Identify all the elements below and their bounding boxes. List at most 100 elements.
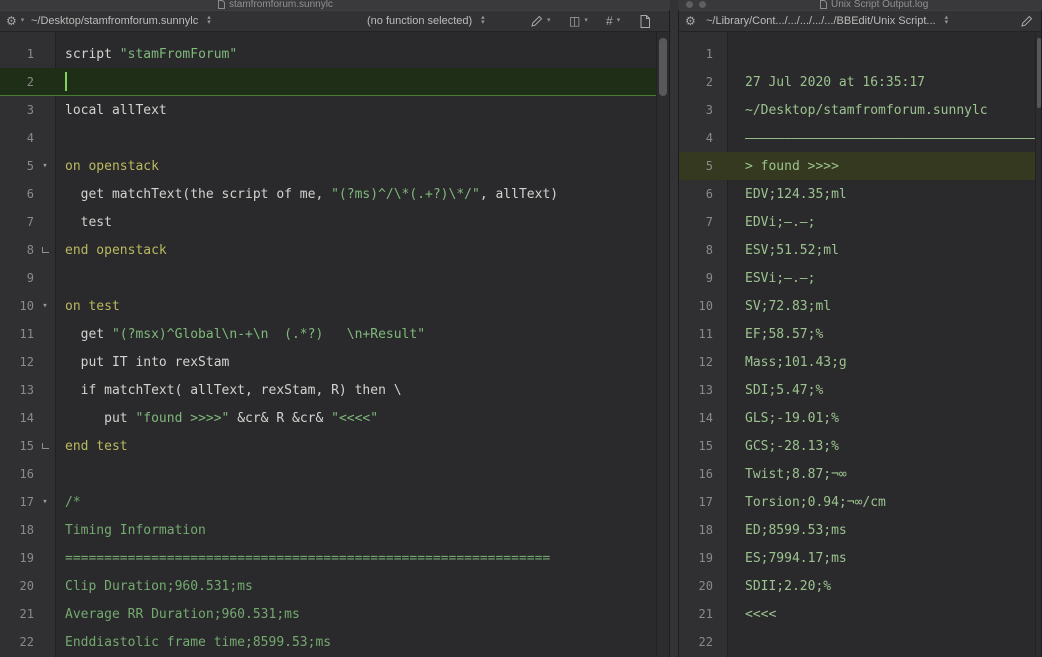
line-gutter: 20 bbox=[0, 572, 56, 600]
code-line[interactable]: 22 bbox=[679, 628, 1035, 656]
code-line[interactable]: 2 bbox=[0, 68, 656, 96]
code-line[interactable]: 5▾on openstack bbox=[0, 152, 656, 180]
right-code-editor[interactable]: 1227 Jul 2020 at 16:35:173~/Desktop/stam… bbox=[679, 32, 1035, 657]
line-gutter: 17 bbox=[679, 488, 728, 516]
file-path-menu[interactable]: ~/Desktop/stamfromforum.sunnylc ▴▾ bbox=[31, 11, 211, 31]
line-gutter: 16 bbox=[0, 460, 56, 488]
window-control-button[interactable] bbox=[686, 1, 693, 8]
code-line[interactable]: 6EDV;124.35;ml bbox=[679, 180, 1035, 208]
code-line[interactable]: 10SV;72.83;ml bbox=[679, 292, 1035, 320]
code-line[interactable]: 13 if matchText( allText, rexStam, R) th… bbox=[0, 376, 656, 404]
code-line[interactable]: 4———————————————————————————————————————… bbox=[679, 124, 1035, 152]
code-line[interactable]: 19ES;7994.17;ms bbox=[679, 544, 1035, 572]
code-line[interactable]: 12Mass;101.43;g bbox=[679, 348, 1035, 376]
line-number: 3 bbox=[0, 103, 34, 117]
left-vertical-scrollbar[interactable] bbox=[656, 32, 669, 657]
code-text: Mass;101.43;g bbox=[728, 348, 1035, 376]
code-line[interactable]: 18ED;8599.53;ms bbox=[679, 516, 1035, 544]
documents-icon: ◫ bbox=[569, 11, 580, 31]
settings-menu[interactable]: ⚙ ▾ bbox=[6, 11, 24, 31]
fold-end-icon bbox=[42, 247, 49, 253]
line-number: 6 bbox=[679, 187, 713, 201]
code-line[interactable]: 13SDI;5.47;% bbox=[679, 376, 1035, 404]
line-number: 16 bbox=[0, 467, 34, 481]
document-proxy[interactable] bbox=[640, 11, 650, 31]
code-line[interactable]: 8end openstack bbox=[0, 236, 656, 264]
fold-arrow-icon[interactable]: ▾ bbox=[42, 161, 47, 171]
code-line[interactable]: 22Enddiastolic frame time;8599.53;ms bbox=[0, 628, 656, 656]
code-line[interactable]: 5> found >>>> bbox=[679, 152, 1035, 180]
line-gutter: 21 bbox=[679, 600, 728, 628]
right-toolbar: ⚙ ~/Library/Cont.../.../.../.../.../BBEd… bbox=[679, 10, 1041, 32]
code-text bbox=[56, 264, 656, 292]
pencil-icon bbox=[1021, 15, 1033, 27]
fold-arrow-icon[interactable]: ▾ bbox=[42, 497, 47, 507]
code-line[interactable]: 16 bbox=[0, 460, 656, 488]
code-line[interactable]: 11 get "(?msx)^Global\n-+\n (.*?) \n+Res… bbox=[0, 320, 656, 348]
code-line[interactable]: 1 bbox=[679, 40, 1035, 68]
line-gutter: 18 bbox=[679, 516, 728, 544]
file-path-menu[interactable]: ~/Library/Cont.../.../.../.../.../BBEdit… bbox=[706, 11, 948, 31]
line-number: 7 bbox=[679, 215, 713, 229]
left-window-tab[interactable]: stamfromforum.sunnylc bbox=[218, 0, 333, 10]
line-number: 5 bbox=[679, 159, 713, 173]
line-number: 12 bbox=[0, 355, 34, 369]
code-line[interactable]: 19======================================… bbox=[0, 544, 656, 572]
code-line[interactable]: 14 put "found >>>>" &cr& R &cr& "<<<<" bbox=[0, 404, 656, 432]
line-gutter: 3 bbox=[679, 96, 728, 124]
code-line[interactable]: 9ESVi;—.—; bbox=[679, 264, 1035, 292]
scrollbar-thumb[interactable] bbox=[1037, 38, 1041, 108]
line-number: 3 bbox=[679, 103, 713, 117]
code-line[interactable]: 3~/Desktop/stamfromforum.sunnylc bbox=[679, 96, 1035, 124]
line-gutter: 15 bbox=[679, 432, 728, 460]
code-text: Timing Information bbox=[56, 516, 656, 544]
line-gutter: 8 bbox=[679, 236, 728, 264]
code-line[interactable]: 11EF;58.57;% bbox=[679, 320, 1035, 348]
edit-menu[interactable]: ▾ bbox=[531, 11, 551, 31]
line-number: 14 bbox=[679, 411, 713, 425]
edit-menu[interactable] bbox=[1021, 11, 1033, 31]
code-line[interactable]: 9 bbox=[0, 264, 656, 292]
code-line[interactable]: 21<<<< bbox=[679, 600, 1035, 628]
text-cursor bbox=[65, 72, 67, 91]
code-line[interactable]: 4 bbox=[0, 124, 656, 152]
scrollbar-thumb[interactable] bbox=[659, 38, 667, 96]
code-line[interactable]: 7 test bbox=[0, 208, 656, 236]
code-text bbox=[56, 460, 656, 488]
code-line[interactable]: 3local allText bbox=[0, 96, 656, 124]
line-number-menu[interactable]: # ▾ bbox=[606, 11, 620, 31]
left-editor-window: ⚙ ▾ ~/Desktop/stamfromforum.sunnylc ▴▾ (… bbox=[0, 10, 670, 657]
fold-arrow-icon[interactable]: ▾ bbox=[42, 301, 47, 311]
code-line[interactable]: 20Clip Duration;960.531;ms bbox=[0, 572, 656, 600]
code-line[interactable]: 15GCS;-28.13;% bbox=[679, 432, 1035, 460]
document-icon bbox=[218, 0, 225, 9]
right-vertical-scrollbar[interactable] bbox=[1035, 32, 1041, 657]
code-line[interactable]: 12 put IT into rexStam bbox=[0, 348, 656, 376]
left-code-editor[interactable]: 1script "stamFromForum"23local allText45… bbox=[0, 32, 656, 657]
code-line[interactable]: 10▾on test bbox=[0, 292, 656, 320]
code-line[interactable]: 1script "stamFromForum" bbox=[0, 40, 656, 68]
fold-marker-slot bbox=[34, 443, 56, 449]
line-number: 17 bbox=[0, 495, 34, 509]
code-line[interactable]: 17Torsion;0.94;¬∞/cm bbox=[679, 488, 1035, 516]
documents-menu[interactable]: ◫ ▾ bbox=[569, 11, 588, 31]
code-line[interactable]: 21Average RR Duration;960.531;ms bbox=[0, 600, 656, 628]
fold-end-icon bbox=[42, 443, 49, 449]
line-gutter: 13 bbox=[679, 376, 728, 404]
code-line[interactable]: 17▾/* bbox=[0, 488, 656, 516]
code-line[interactable]: 18Timing Information bbox=[0, 516, 656, 544]
code-line[interactable]: 8ESV;51.52;ml bbox=[679, 236, 1035, 264]
window-control-button[interactable] bbox=[699, 1, 706, 8]
code-line[interactable]: 14GLS;-19.01;% bbox=[679, 404, 1035, 432]
code-line[interactable]: 7EDVi;—.—; bbox=[679, 208, 1035, 236]
line-gutter: 20 bbox=[679, 572, 728, 600]
code-line[interactable]: 6 get matchText(the script of me, "(?ms)… bbox=[0, 180, 656, 208]
settings-menu[interactable]: ⚙ bbox=[685, 11, 696, 31]
line-gutter: 2 bbox=[679, 68, 728, 96]
function-selector-menu[interactable]: (no function selected) ▴▾ bbox=[367, 11, 485, 31]
fold-marker-slot: ▾ bbox=[34, 497, 56, 507]
code-line[interactable]: 15end test bbox=[0, 432, 656, 460]
code-line[interactable]: 16Twist;8.87;¬∞ bbox=[679, 460, 1035, 488]
code-line[interactable]: 227 Jul 2020 at 16:35:17 bbox=[679, 68, 1035, 96]
code-line[interactable]: 20SDII;2.20;% bbox=[679, 572, 1035, 600]
